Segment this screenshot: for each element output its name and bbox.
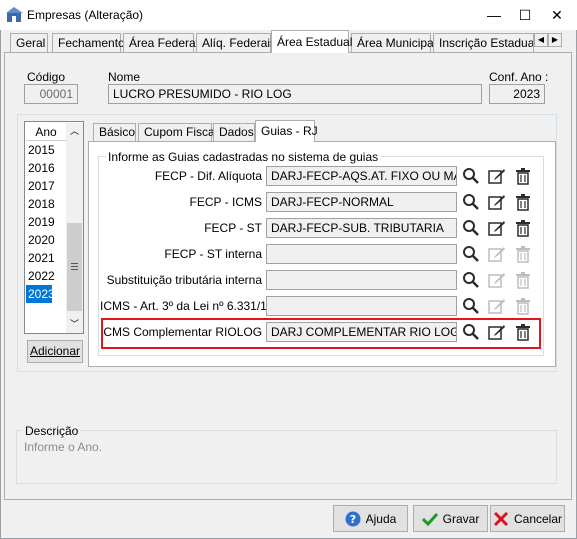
guia-row-label: FECP - Dif. Alíquota (154, 169, 262, 183)
guia-row-field[interactable]: DARJ-FECP-AQS.AT. FIXO OU MAT. (266, 166, 457, 186)
year-item[interactable]: 2022 (26, 267, 66, 285)
guia-row-label: FECP - ST interna (164, 247, 262, 261)
cancelar-label: Cancelar (513, 511, 563, 526)
guia-row-field[interactable]: DARJ-FECP-SUB. TRIBUTARIA (266, 218, 457, 238)
year-item[interactable]: 2017 (26, 177, 66, 195)
year-item[interactable]: 2016 (26, 159, 66, 177)
help-icon: ? (345, 511, 361, 526)
subtab-basico[interactable]: Básico (93, 123, 136, 141)
guia-row-label: FECP - ICMS (189, 195, 262, 209)
title-bar: Empresas (Alteração) — ☐ ✕ (0, 0, 577, 30)
scroll-thumb[interactable] (67, 223, 82, 311)
subtab-cupom-fiscal[interactable]: Cupom Fiscal (138, 123, 217, 141)
guia-row-field[interactable] (266, 270, 457, 290)
edit-icon[interactable] (486, 217, 508, 239)
tab-area-federal[interactable]: Área Federal (123, 33, 198, 52)
trash-icon[interactable] (512, 243, 534, 265)
edit-icon[interactable] (486, 165, 508, 187)
adicionar-button[interactable]: Adicionar (27, 340, 83, 363)
search-icon[interactable] (460, 243, 482, 265)
tab-inscricao-estadual[interactable]: Inscrição Estadual S (433, 33, 534, 52)
edit-icon[interactable] (486, 243, 508, 265)
trash-icon[interactable] (512, 269, 534, 291)
scroll-down-icon[interactable]: ﹀ (66, 316, 83, 333)
codigo-field[interactable]: 00001 (24, 84, 78, 104)
year-item[interactable]: 2020 (26, 231, 66, 249)
window-title: Empresas (Alteração) (27, 8, 144, 22)
trash-icon[interactable] (512, 217, 534, 239)
year-item-selected[interactable]: 2023 (26, 285, 55, 303)
gravar-label: Gravar (442, 511, 480, 526)
close-button[interactable]: ✕ (543, 4, 571, 26)
gravar-button[interactable]: Gravar (413, 505, 488, 532)
search-icon[interactable] (460, 217, 482, 239)
minimize-button[interactable]: — (480, 4, 508, 26)
year-item[interactable]: 2021 (26, 249, 66, 267)
guia-row-field[interactable] (266, 244, 457, 264)
subtab-dados[interactable]: Dados (213, 123, 255, 141)
scroll-up-icon[interactable]: ︿ (66, 123, 83, 140)
year-listbox[interactable]: Ano 2015 2016 2017 2018 2019 2020 2021 2… (24, 121, 84, 334)
guia-row-label: FECP - ST (204, 221, 262, 235)
svg-text:?: ? (349, 513, 355, 526)
search-icon[interactable] (460, 165, 482, 187)
edit-icon[interactable] (486, 191, 508, 213)
trash-icon[interactable] (512, 165, 534, 187)
guia-row-label: ICMS - Art. 3º da Lei nº 6.331/12 (100, 299, 274, 313)
descricao-group (16, 430, 557, 484)
trash-icon[interactable] (512, 191, 534, 213)
tab-aliq-federais[interactable]: Alíq. Federais (196, 33, 276, 52)
subtab-guias-rj[interactable]: Guias - RJ (255, 120, 318, 142)
search-icon[interactable] (460, 191, 482, 213)
search-icon[interactable] (460, 269, 482, 291)
year-item[interactable]: 2018 (26, 195, 66, 213)
trash-icon[interactable] (512, 295, 534, 317)
ajuda-label: Ajuda (365, 511, 397, 526)
tabs-scroll-left[interactable]: ◀ (534, 33, 548, 47)
tab-area-municipal[interactable]: Área Municipal (351, 33, 436, 52)
maximize-button[interactable]: ☐ (511, 4, 539, 26)
ajuda-button[interactable]: ? Ajuda (333, 505, 408, 532)
cancel-x-icon (493, 511, 509, 526)
guia-row-field[interactable]: DARJ-FECP-NORMAL (266, 192, 457, 212)
highlight-box (101, 318, 541, 349)
descricao-text: Informe o Ano. (24, 440, 103, 454)
nome-label: Nome (108, 70, 141, 84)
year-item[interactable]: 2019 (26, 213, 66, 231)
descricao-label: Descrição (23, 424, 81, 438)
tab-area-estadual[interactable]: Área Estadual (271, 30, 352, 53)
search-icon[interactable] (460, 295, 482, 317)
conf-ano-label: Conf. Ano : (489, 70, 549, 84)
tab-fechamento[interactable]: Fechamento (52, 33, 125, 52)
conf-ano-field[interactable]: 2023 (489, 84, 545, 104)
cancelar-button[interactable]: Cancelar (490, 505, 565, 532)
year-list-header: Ano (26, 123, 66, 141)
year-item[interactable]: 2015 (26, 141, 66, 159)
codigo-label: Código (27, 70, 66, 84)
check-icon (421, 512, 438, 526)
guias-group-title: Informe as Guias cadastradas no sistema … (106, 150, 381, 164)
edit-icon[interactable] (486, 295, 508, 317)
tabs-scroll-right[interactable]: ▶ (548, 33, 562, 47)
nome-field[interactable]: LUCRO PRESUMIDO - RIO LOG (108, 84, 482, 104)
adicionar-label: Adicionar (29, 344, 81, 358)
edit-icon[interactable] (486, 269, 508, 291)
guia-row-field[interactable] (266, 296, 457, 316)
tab-geral[interactable]: Geral (10, 33, 48, 52)
app-icon (6, 7, 23, 22)
guia-row-label: Substituição tributária interna (106, 273, 262, 287)
year-list-scrollbar[interactable]: ︿ ﹀ (66, 123, 83, 333)
